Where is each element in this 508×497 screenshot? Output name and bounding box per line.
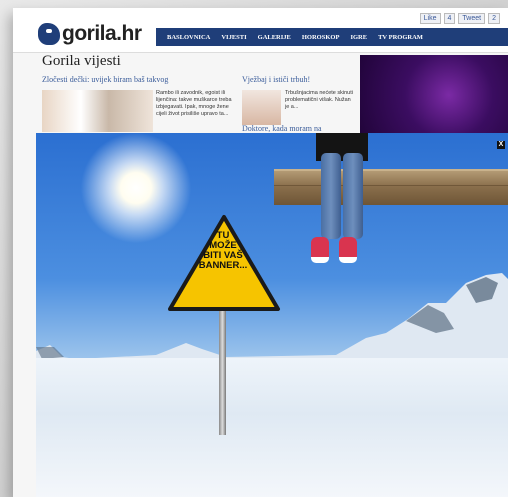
banner-overlay[interactable]: X TU MOŽE BITI VAŠ BANNER... [36,133,508,497]
snow-field [36,358,508,497]
nav-item-baslovnica[interactable]: BASLOVNICA [167,34,210,41]
site-header: gorila.hr Like 4 Tweet 2 BASLOVNICA VIJE… [13,8,508,53]
close-button[interactable]: X [497,141,505,149]
sign-pole [219,303,226,435]
site-logo[interactable]: gorila.hr [38,20,142,48]
banner-sign-text: TU MOŽE BITI VAŠ BANNER... [176,231,270,271]
article-thumbnail[interactable] [42,90,153,132]
tweet-button[interactable]: Tweet [458,13,486,24]
like-count: 4 [443,13,456,24]
nav-item-horoskop[interactable]: HOROSKOP [302,34,340,41]
left-sneaker [311,237,329,263]
left-leg [321,153,341,239]
sign-line: BANNER... [198,260,248,271]
nav-item-igre[interactable]: IGRE [350,34,367,41]
main-nav: BASLOVNICA VIJESTI GALERIJE HOROSKOP IGR… [156,28,508,46]
article-thumbnail[interactable] [242,90,281,125]
right-leg [343,153,363,239]
tweet-count: 2 [488,13,500,24]
nav-item-galerije[interactable]: GALERIJE [258,34,291,41]
article-excerpt: Trbušnjacima nećete skinuti problematičn… [285,90,353,110]
horoscope-banner-image[interactable] [360,55,508,135]
article-title-link[interactable]: Zločesti dečki: uvijek biram baš takvog [42,75,168,84]
nav-item-tv-program[interactable]: TV PROGRAM [378,34,423,41]
gorilla-logo-icon [38,23,60,45]
right-sneaker [339,237,357,263]
section-title: Gorila vijesti [42,53,121,69]
nav-item-vijesti[interactable]: VIJESTI [221,34,246,41]
article-title-link[interactable]: Vježbaj i ističi trbuh! [242,75,310,84]
wooden-plank [274,169,508,205]
facebook-like-button[interactable]: Like [419,13,441,24]
article-excerpt: Rambo ili zavodnik, egoist ili lijenčina… [156,90,232,117]
social-buttons: Like 4 Tweet 2 [419,13,500,24]
logo-text: gorila.hr [62,22,142,45]
article-title-link[interactable]: Doktore, kada moram na [242,124,322,133]
